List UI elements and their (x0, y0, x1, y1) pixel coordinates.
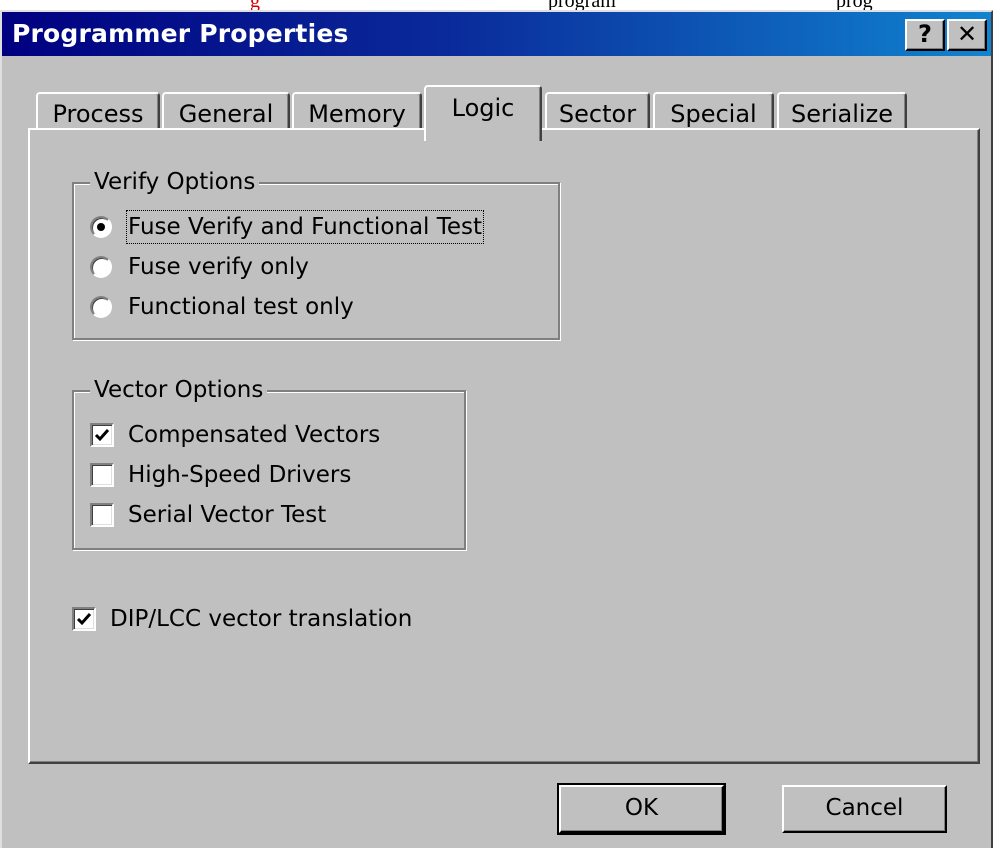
checkbox-high-speed-drivers[interactable]: High-Speed Drivers (78, 458, 448, 492)
tab-logic[interactable]: Logic (424, 85, 542, 141)
checkbox-serial-vector-test[interactable]: Serial Vector Test (78, 498, 448, 532)
radio-fuse-verify-and-functional-test[interactable]: Fuse Verify and Functional Test (78, 210, 538, 244)
screenshot: g program prog Programmer Properties ? ✕… (0, 0, 993, 848)
logic-tab-panel: Verify Options Fuse Verify and Functiona… (28, 128, 980, 764)
radio-button[interactable] (90, 296, 112, 318)
cancel-button[interactable]: Cancel (782, 785, 947, 833)
checkbox-label: DIP/LCC vector translation (110, 606, 413, 632)
vector-options-group: Vector Options Compensated Vectors High-… (72, 376, 466, 550)
radio-label: Fuse Verify and Functional Test (126, 210, 485, 244)
close-icon: ✕ (956, 20, 978, 48)
title-bar[interactable]: Programmer Properties ? ✕ (2, 12, 991, 56)
window-title: Programmer Properties (12, 19, 349, 48)
checkbox[interactable] (72, 607, 96, 631)
checkbox-compensated-vectors[interactable]: Compensated Vectors (78, 418, 448, 452)
close-button[interactable]: ✕ (947, 19, 987, 51)
radio-fuse-verify-only[interactable]: Fuse verify only (78, 250, 538, 284)
radio-functional-test-only[interactable]: Functional test only (78, 290, 538, 324)
help-button[interactable]: ? (905, 19, 945, 51)
verify-options-title: Verify Options (90, 168, 260, 196)
checkmark-icon (94, 429, 110, 442)
vector-options-title: Vector Options (90, 376, 268, 404)
checkmark-icon (76, 613, 92, 626)
programmer-properties-dialog: Programmer Properties ? ✕ Process Genera… (0, 10, 993, 848)
question-mark-icon: ? (918, 20, 932, 48)
checkbox-dip-lcc-vector-translation[interactable]: DIP/LCC vector translation (60, 602, 480, 636)
radio-label: Fuse verify only (128, 254, 309, 280)
ok-button[interactable]: OK (557, 783, 726, 835)
checkbox-label: Compensated Vectors (128, 422, 381, 448)
checkbox[interactable] (90, 503, 114, 527)
radio-button[interactable] (90, 216, 112, 238)
radio-label: Functional test only (128, 294, 354, 320)
radio-button[interactable] (90, 256, 112, 278)
checkbox[interactable] (90, 463, 114, 487)
verify-options-group: Verify Options Fuse Verify and Functiona… (72, 168, 560, 340)
checkbox-label: High-Speed Drivers (128, 462, 352, 488)
checkbox[interactable] (90, 423, 114, 447)
checkbox-label: Serial Vector Test (128, 502, 327, 528)
radio-selected-dot (97, 223, 105, 231)
